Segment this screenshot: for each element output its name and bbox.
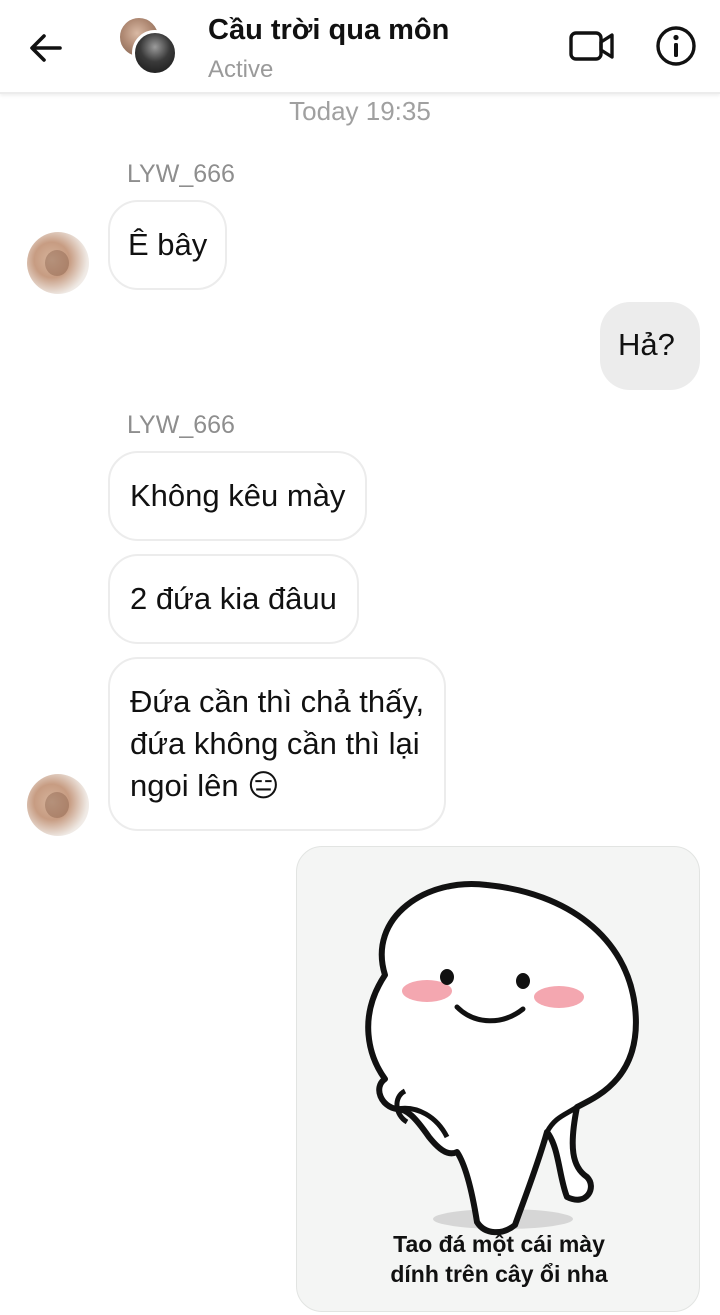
incoming-message-bubble[interactable]: Không kêu mày <box>108 451 368 541</box>
avatar <box>132 30 178 76</box>
active-status: Active <box>208 56 274 83</box>
info-button[interactable] <box>654 24 698 68</box>
sender-avatar[interactable] <box>27 774 89 836</box>
message-text-line: Đứa cần thì chả thấy, <box>130 684 425 719</box>
sticker-caption-line: Tao đá một cái mày <box>393 1231 605 1257</box>
outgoing-message-bubble[interactable]: Hả? <box>600 302 700 390</box>
chat-title[interactable]: Cầu trời qua môn <box>208 14 449 47</box>
incoming-message-bubble[interactable]: Đứa cần thì chả thấy, đứa không cần thì … <box>108 657 447 831</box>
arrow-left-icon <box>30 34 62 62</box>
video-call-icon <box>569 31 614 61</box>
cheek <box>534 986 584 1008</box>
sender-name: LYW_666 <box>127 411 235 439</box>
sticker-caption-line: dính trên cây ổi nha <box>390 1261 608 1287</box>
sticker-caption: Tao đá một cái mày dính trên cây ổi nha <box>297 1229 699 1289</box>
incoming-message-bubble[interactable]: 2 đứa kia đâuu <box>108 554 359 644</box>
sticker-message[interactable]: Tao đá một cái mày dính trên cây ổi nha <box>296 846 700 1312</box>
message-text-line: ngoi lên 😑 <box>130 768 280 803</box>
message-text: Ê bây <box>128 227 208 262</box>
message-text-line: đứa không cần thì lại <box>130 726 420 761</box>
sender-avatar[interactable] <box>27 232 89 294</box>
message-text: Hả? <box>618 327 675 362</box>
sender-name: LYW_666 <box>127 160 235 188</box>
chat-header: Cầu trời qua môn Active <box>0 0 720 94</box>
message-text: 2 đứa kia đâuu <box>130 581 337 616</box>
group-avatar[interactable] <box>118 16 178 76</box>
message-timestamp: Today 19:35 <box>289 96 431 126</box>
video-call-button[interactable] <box>568 26 616 66</box>
incoming-message-bubble[interactable]: Ê bây <box>108 200 228 290</box>
info-icon <box>656 26 696 66</box>
back-button[interactable] <box>24 26 68 70</box>
message-text: Không kêu mày <box>130 478 346 513</box>
